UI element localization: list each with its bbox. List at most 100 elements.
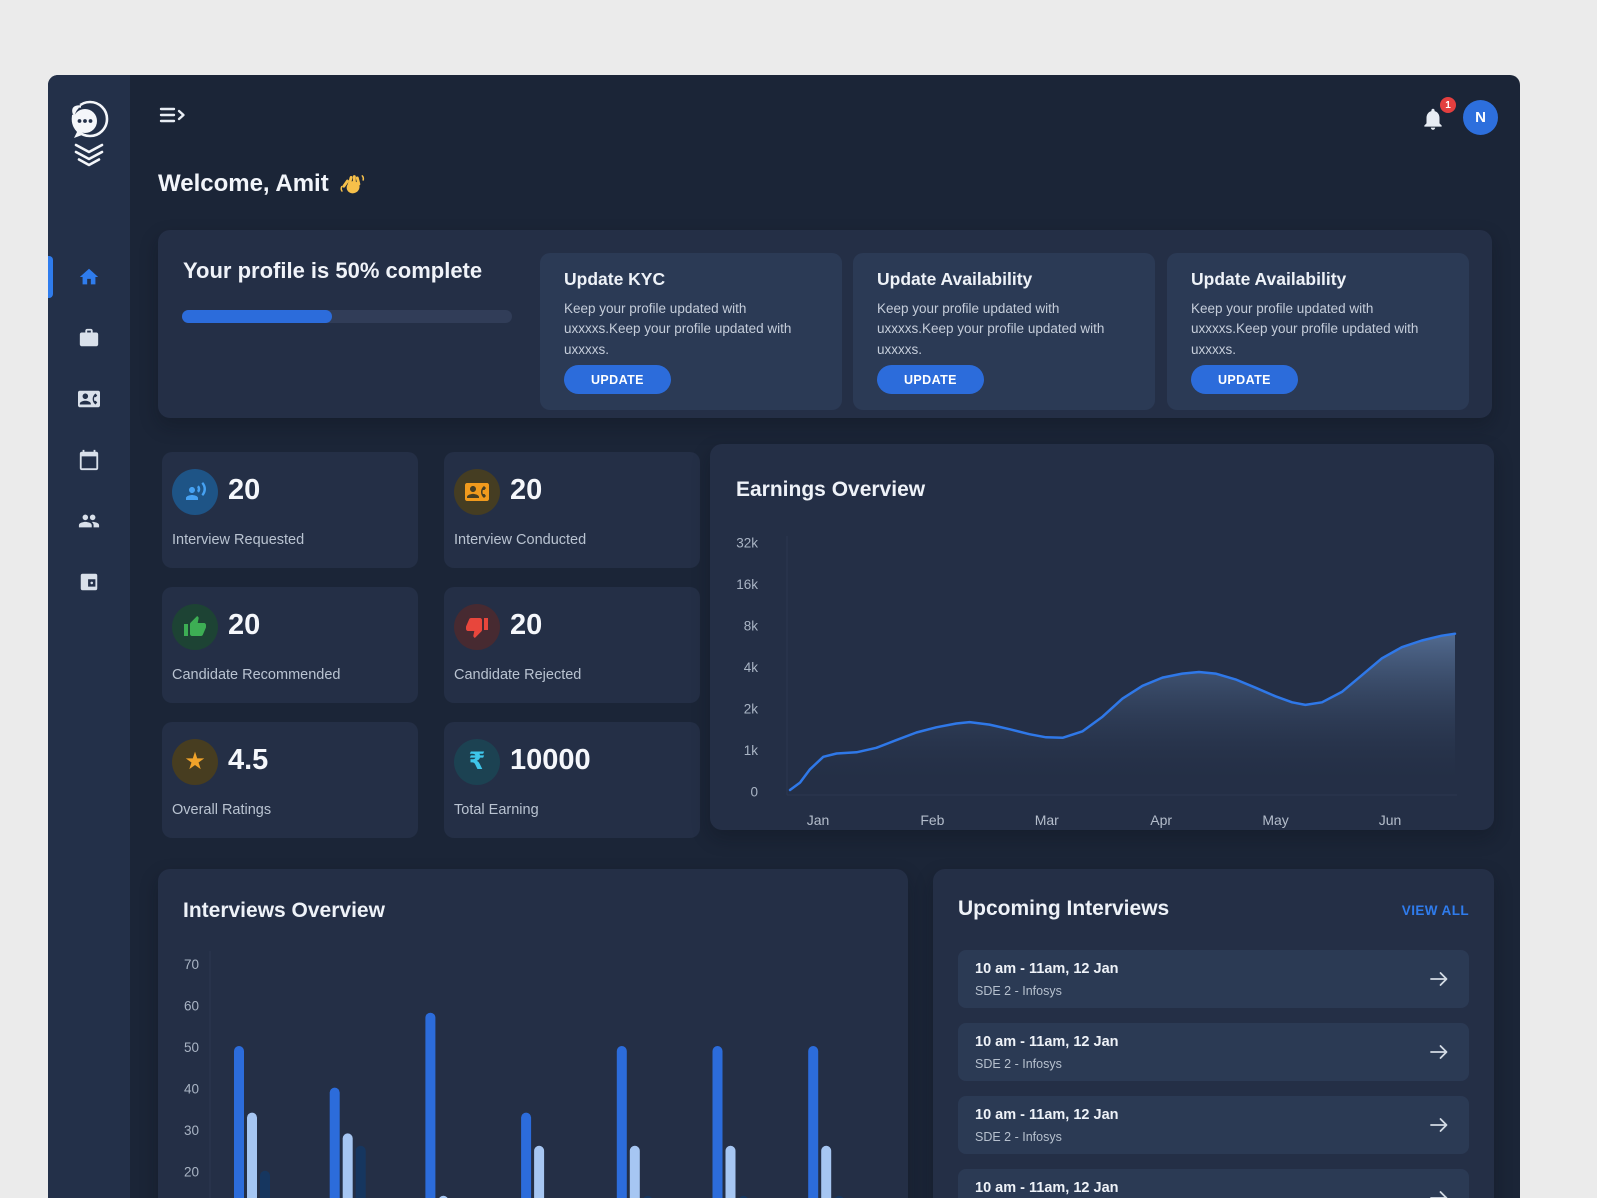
svg-text:Mar: Mar xyxy=(1035,812,1059,828)
svg-text:40: 40 xyxy=(184,1082,199,1097)
upcoming-interview-item[interactable]: 10 am - 11am, 12 Jan SDE 2 - Infosys xyxy=(958,950,1469,1008)
upcoming-interviews-title: Upcoming Interviews xyxy=(958,897,1170,920)
stat-label: Interview Requested xyxy=(172,532,305,548)
stat-label: Total Earning xyxy=(454,802,539,818)
sidebar-item-schedule[interactable] xyxy=(48,436,130,484)
stat-label: Candidate Rejected xyxy=(454,667,582,683)
stat-card-candidate-rejected: 20 Candidate Rejected xyxy=(444,587,700,703)
user-avatar[interactable]: N xyxy=(1463,100,1498,135)
notifications-button[interactable]: 1 xyxy=(1420,97,1456,135)
stat-card-interview-conducted: 20 Interview Conducted xyxy=(444,452,700,568)
notification-badge: 1 xyxy=(1440,97,1456,113)
stat-card-overall-ratings: ★ 4.5 Overall Ratings xyxy=(162,722,418,838)
interviews-overview-card: Interviews Overview 70 60 50 40 30 20 xyxy=(158,869,908,1198)
svg-text:30: 30 xyxy=(184,1123,199,1138)
earnings-area-chart: 32k 16k 8k 4k 2k 1k 0 Jan Feb Mar Apr May Jun xyxy=(736,536,1457,828)
svg-text:70: 70 xyxy=(184,957,199,972)
svg-text:1k: 1k xyxy=(744,743,759,758)
upcoming-interview-item[interactable]: 10 am - 11am, 12 Jan SDE 2 - Infosys xyxy=(958,1169,1469,1198)
arrow-right-icon xyxy=(1430,1118,1448,1132)
upcoming-interview-item[interactable]: 10 am - 11am, 12 Jan SDE 2 - Infosys xyxy=(958,1023,1469,1081)
voice-person-icon xyxy=(172,469,218,515)
svg-text:8k: 8k xyxy=(744,619,759,634)
sidebar-item-jobs[interactable] xyxy=(48,314,130,362)
svg-text:Apr: Apr xyxy=(1150,812,1172,828)
update-availability-body: Keep your profile updated with uxxxxs.Ke… xyxy=(1191,301,1419,357)
contact-phone-icon xyxy=(454,469,500,515)
stat-card-interview-requested: 20 Interview Requested xyxy=(162,452,418,568)
svg-text:Feb: Feb xyxy=(920,812,944,828)
upcoming-interview-item[interactable]: 10 am - 11am, 12 Jan SDE 2 - Infosys xyxy=(958,1096,1469,1154)
stat-value: 20 xyxy=(228,609,261,641)
update-availability-title: Update Availability xyxy=(877,269,1033,289)
update-availability-card-2: Update Availability Keep your profile up… xyxy=(1167,253,1469,410)
earnings-overview-card: Earnings Overview 32k 16k 8k 4k 2k 1k 0 Jan Feb M… xyxy=(710,444,1494,830)
thumb-down-icon xyxy=(454,604,500,650)
menu-expand-icon xyxy=(159,107,185,123)
interview-role: SDE 2 - Infosys xyxy=(975,1057,1062,1071)
update-availability-card-1: Update Availability Keep your profile up… xyxy=(853,253,1155,410)
home-icon xyxy=(79,268,99,285)
update-availability-button[interactable]: UPDATE xyxy=(877,365,984,394)
interview-time: 10 am - 11am, 12 Jan xyxy=(975,1107,1119,1123)
calendar-icon xyxy=(79,449,99,471)
welcome-heading: Welcome, Amit xyxy=(158,170,365,198)
svg-text:2k: 2k xyxy=(744,702,759,717)
wave-hand-icon xyxy=(340,175,364,194)
star-icon: ★ xyxy=(172,739,218,785)
stat-value: 10000 xyxy=(510,744,591,776)
interview-time: 10 am - 11am, 12 Jan xyxy=(975,1180,1119,1196)
svg-text:50: 50 xyxy=(184,1040,199,1055)
arrow-right-icon xyxy=(1430,972,1448,986)
sidebar-item-earnings[interactable] xyxy=(48,558,130,606)
arrow-right-icon xyxy=(1430,1045,1448,1059)
stat-label: Interview Conducted xyxy=(454,532,587,548)
sidebar-item-home[interactable] xyxy=(48,253,130,301)
interview-role: SDE 2 - Infosys xyxy=(975,1130,1062,1144)
update-kyc-card: Update KYC Keep your profile updated wit… xyxy=(540,253,842,410)
svg-text:0: 0 xyxy=(750,785,758,800)
view-all-link[interactable]: VIEW ALL xyxy=(1402,903,1469,918)
interviews-bar-chart: 70 60 50 40 30 20 xyxy=(184,951,844,1198)
profile-progress-fill xyxy=(182,310,333,323)
stat-value: 20 xyxy=(510,474,543,506)
contact-card-icon xyxy=(78,390,100,408)
rupee-icon: ₹ xyxy=(454,739,500,785)
profile-completion-card: Your profile is 50% complete Update KYC … xyxy=(158,230,1492,418)
svg-text:4k: 4k xyxy=(744,660,759,675)
update-availability-button[interactable]: UPDATE xyxy=(1191,365,1298,394)
sidebar xyxy=(48,75,130,1198)
stat-label: Candidate Recommended xyxy=(172,667,341,683)
welcome-text: Welcome, Amit xyxy=(158,170,329,197)
interview-time: 10 am - 11am, 12 Jan xyxy=(975,1034,1119,1050)
sidebar-item-community[interactable] xyxy=(48,497,130,545)
upcoming-interviews-card: Upcoming Interviews VIEW ALL 10 am - 11a… xyxy=(933,869,1494,1198)
interview-time: 10 am - 11am, 12 Jan xyxy=(975,961,1119,977)
update-availability-body: Keep your profile updated with uxxxxs.Ke… xyxy=(877,301,1105,357)
svg-text:16k: 16k xyxy=(736,577,758,592)
update-kyc-button[interactable]: UPDATE xyxy=(564,365,671,394)
svg-text:32k: 32k xyxy=(736,536,758,551)
briefcase-icon xyxy=(79,328,99,347)
svg-text:60: 60 xyxy=(184,999,199,1014)
sidebar-item-candidates[interactable] xyxy=(48,375,130,423)
thumb-up-icon xyxy=(172,604,218,650)
update-kyc-body: Keep your profile updated with uxxxxs.Ke… xyxy=(564,301,792,357)
arrow-right-icon xyxy=(1430,1191,1448,1198)
interview-role: SDE 2 - Infosys xyxy=(975,984,1062,998)
svg-text:May: May xyxy=(1262,812,1288,828)
update-availability-title: Update Availability xyxy=(1191,269,1347,289)
profile-completion-title: Your profile is 50% complete xyxy=(183,258,483,283)
stat-card-total-earning: ₹ 10000 Total Earning xyxy=(444,722,700,838)
people-icon xyxy=(78,514,100,528)
svg-text:20: 20 xyxy=(184,1165,199,1180)
stat-value: 20 xyxy=(510,609,543,641)
menu-toggle-button[interactable] xyxy=(158,103,188,127)
stat-label: Overall Ratings xyxy=(172,802,272,818)
update-kyc-title: Update KYC xyxy=(564,269,666,289)
svg-text:Jun: Jun xyxy=(1379,812,1402,828)
stat-value: 20 xyxy=(228,474,261,506)
app-logo-icon xyxy=(62,95,116,175)
svg-text:Jan: Jan xyxy=(807,812,830,828)
stat-card-candidate-recommended: 20 Candidate Recommended xyxy=(162,587,418,703)
